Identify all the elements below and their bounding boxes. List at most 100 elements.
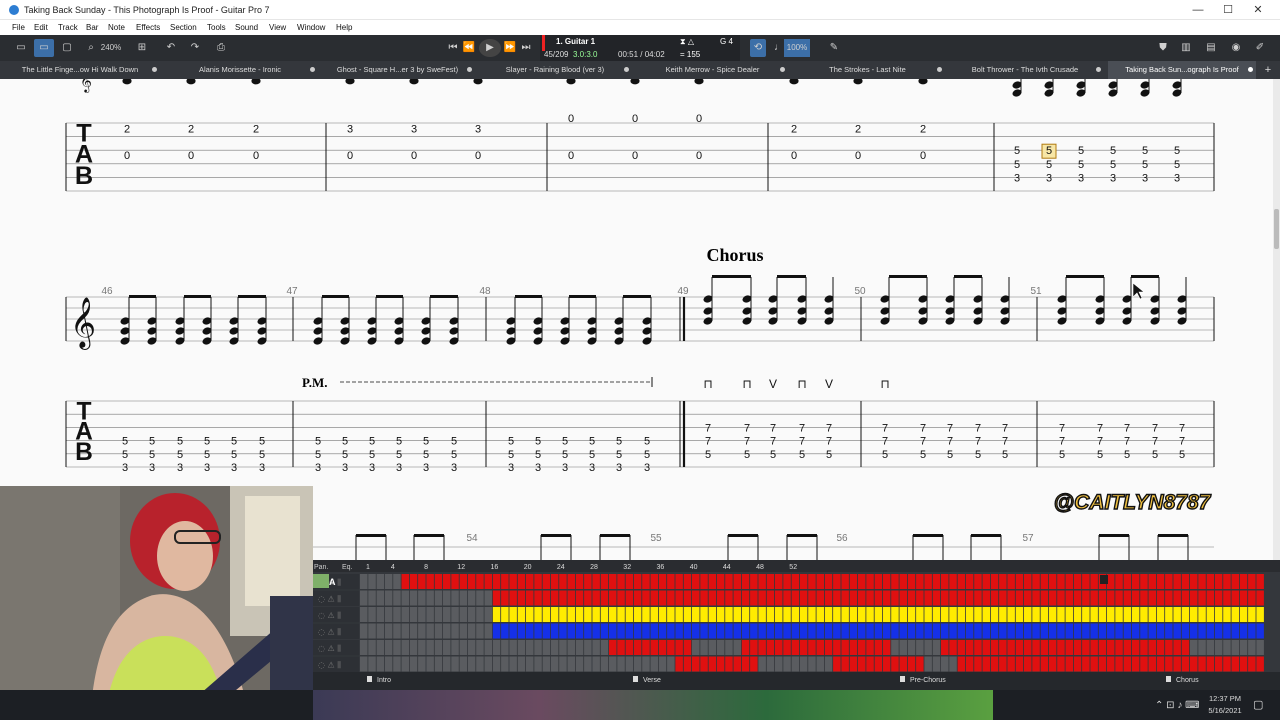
track-cell[interactable]: [990, 640, 999, 655]
file-tab[interactable]: Alanis Morissette - Ironic: [160, 61, 320, 79]
track-cell[interactable]: [443, 623, 451, 639]
track-cell[interactable]: [1239, 590, 1248, 606]
minimize-button[interactable]: —: [1183, 2, 1213, 18]
track-cell[interactable]: [1057, 607, 1065, 622]
track-cell[interactable]: [1190, 590, 1198, 606]
track-cell[interactable]: [1131, 607, 1140, 622]
track-cell[interactable]: [808, 656, 816, 672]
track-cell[interactable]: [517, 590, 526, 606]
track-cell[interactable]: [567, 656, 576, 672]
track-cell[interactable]: [451, 623, 459, 639]
track-cell[interactable]: [625, 640, 634, 655]
track-cell[interactable]: [982, 607, 991, 622]
track-cell[interactable]: [368, 656, 376, 672]
track-cell[interactable]: [1173, 656, 1181, 672]
file-tab[interactable]: Bolt Thrower - The Ivth Crusade: [945, 61, 1105, 79]
track-cell[interactable]: [716, 574, 725, 589]
track-cell[interactable]: [1090, 656, 1098, 672]
track-cell[interactable]: [376, 656, 385, 672]
track-cell[interactable]: [584, 623, 592, 639]
track-cell[interactable]: [1073, 607, 1082, 622]
track-cell[interactable]: [683, 607, 692, 622]
track-cell[interactable]: [766, 623, 775, 639]
track-cell[interactable]: [1115, 590, 1123, 606]
track-cell[interactable]: [658, 656, 667, 672]
track-cell[interactable]: [1198, 607, 1206, 622]
track-cell[interactable]: [891, 623, 899, 639]
track-cell[interactable]: [492, 607, 501, 622]
track-cell[interactable]: [725, 640, 733, 655]
track-cell[interactable]: [1206, 574, 1215, 589]
track-cell[interactable]: [443, 590, 451, 606]
track-cell[interactable]: [1239, 640, 1248, 655]
track-cell[interactable]: [559, 640, 567, 655]
track-cell[interactable]: [467, 640, 476, 655]
track-cell[interactable]: [550, 590, 559, 606]
track-cell[interactable]: [874, 656, 883, 672]
track-cell[interactable]: [700, 590, 708, 606]
track-cell[interactable]: [401, 607, 410, 622]
track-cell[interactable]: [426, 640, 434, 655]
track-cell[interactable]: [858, 574, 866, 589]
track-cell[interactable]: [642, 590, 650, 606]
track-cell[interactable]: [882, 640, 891, 655]
track-cell[interactable]: [667, 640, 675, 655]
track-cell[interactable]: [360, 623, 368, 639]
track-cell[interactable]: [1156, 623, 1165, 639]
track-cell[interactable]: [1140, 623, 1148, 639]
track-cell[interactable]: [758, 607, 766, 622]
track-cell[interactable]: [434, 590, 443, 606]
track-cell[interactable]: [1024, 623, 1032, 639]
track-cell[interactable]: [833, 574, 841, 589]
track-cell[interactable]: [692, 640, 700, 655]
track-cell[interactable]: [1032, 607, 1040, 622]
track-cell[interactable]: [384, 656, 393, 672]
track-cell[interactable]: [916, 623, 924, 639]
track-cell[interactable]: [758, 623, 766, 639]
track-cell[interactable]: [899, 656, 908, 672]
track-cell[interactable]: [1140, 590, 1148, 606]
track-cell[interactable]: [750, 574, 758, 589]
track-cell[interactable]: [1140, 640, 1148, 655]
track-cell[interactable]: [849, 574, 858, 589]
track-cell[interactable]: [924, 574, 932, 589]
track-cell[interactable]: [409, 590, 418, 606]
track-cell[interactable]: [957, 656, 966, 672]
track-cell[interactable]: [716, 623, 725, 639]
track-cell[interactable]: [1123, 623, 1132, 639]
track-cell[interactable]: [451, 656, 459, 672]
track-cell[interactable]: [1090, 607, 1098, 622]
track-cell[interactable]: [1024, 656, 1032, 672]
file-tab[interactable]: Keith Merrow - Spice Dealer: [635, 61, 790, 79]
print-icon[interactable]: ⎙: [212, 39, 230, 57]
track-cell[interactable]: [550, 623, 559, 639]
track-cell[interactable]: [534, 574, 542, 589]
track-cell[interactable]: [1107, 607, 1115, 622]
track-cell[interactable]: [1256, 656, 1264, 672]
track-cell[interactable]: [965, 574, 974, 589]
menu-view[interactable]: View: [269, 23, 286, 32]
track-cell[interactable]: [1190, 607, 1198, 622]
track-cell[interactable]: [418, 590, 426, 606]
track-cell[interactable]: [517, 574, 526, 589]
track-cell[interactable]: [741, 574, 750, 589]
track-cell[interactable]: [816, 656, 825, 672]
track-cell[interactable]: [1223, 574, 1231, 589]
track-cell[interactable]: [974, 590, 982, 606]
track-cell[interactable]: [534, 623, 542, 639]
track-cell[interactable]: [667, 607, 675, 622]
track-cell[interactable]: [1015, 607, 1024, 622]
track-cell[interactable]: [1256, 574, 1264, 589]
menu-window[interactable]: Window: [297, 23, 325, 32]
track-cell[interactable]: [799, 574, 808, 589]
track-cell[interactable]: [708, 590, 717, 606]
track-cell[interactable]: [1015, 590, 1024, 606]
new-tab-icon[interactable]: +: [1260, 61, 1276, 79]
track-cell[interactable]: [1015, 656, 1024, 672]
track-cell[interactable]: [567, 590, 576, 606]
track-cell[interactable]: [791, 607, 800, 622]
close-tab-icon[interactable]: [780, 67, 785, 72]
track-cell[interactable]: [1024, 640, 1032, 655]
track-cell[interactable]: [542, 574, 551, 589]
track-cell[interactable]: [409, 607, 418, 622]
